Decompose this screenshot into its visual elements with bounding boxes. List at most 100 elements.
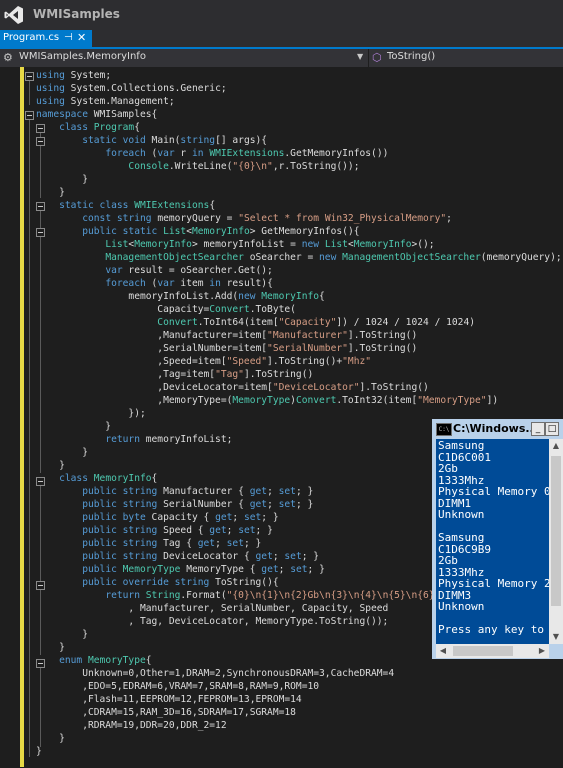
code-token: oSearcher =	[243, 252, 320, 263]
code-token: }	[36, 629, 88, 640]
code-token: ;	[278, 564, 291, 575]
code-token: "Manufacturer"	[267, 330, 348, 341]
code-line: , Tag, DeviceLocator, MemoryType.ToStrin…	[36, 615, 388, 628]
code-token: ;	[226, 525, 239, 536]
code-token: ,r.ToString());	[272, 161, 360, 172]
code-token: set	[238, 525, 256, 536]
code-token: memoryInfoList.Add(	[36, 291, 239, 302]
console-horizontal-scrollbar[interactable]: ◀ ▶	[436, 644, 549, 658]
code-token: static	[122, 226, 158, 237]
code-line: }	[36, 628, 88, 641]
code-token: ;	[232, 512, 244, 523]
code-token: Program	[93, 122, 135, 133]
code-token: string	[180, 135, 216, 146]
code-token: ,EDO=5,EDRAM=6,VRAM=7,SRAM=8,RAM=9,ROM=1…	[36, 681, 320, 692]
code-token: .ToInt64(item[	[197, 317, 279, 328]
code-line: }	[36, 732, 65, 745]
code-line: const string memoryQuery = "Select * fro…	[36, 212, 452, 225]
code-token: ;	[215, 538, 227, 549]
code-token: System;	[64, 70, 112, 81]
code-token: "DeviceLocator"	[272, 382, 360, 393]
code-token: string	[122, 486, 158, 497]
scroll-thumb[interactable]	[551, 456, 561, 606]
code-token: "Tag"	[215, 369, 244, 380]
type-dropdown-label: WMISamples.MemoryInfo	[19, 51, 146, 62]
code-token: List	[105, 239, 129, 250]
code-token: var	[157, 278, 175, 289]
code-token: byte	[122, 512, 146, 523]
code-line: static class WMIExtensions{	[36, 199, 215, 212]
code-token: string	[122, 538, 158, 549]
close-icon[interactable]: ✕	[77, 31, 86, 44]
code-token: set	[278, 499, 296, 510]
code-token: ; }	[307, 564, 325, 575]
code-token: using	[36, 83, 65, 94]
console-line: Unknown	[438, 508, 485, 521]
code-token: ,CDRAM=15,RAM_3D=16,SDRAM=17,SGRAM=18	[36, 707, 296, 718]
code-token: get	[261, 564, 279, 575]
member-dropdown-label: ToString()	[387, 51, 436, 62]
code-token: ; }	[301, 551, 320, 562]
code-token: ,MemoryType=(	[36, 395, 233, 406]
code-token: memoryInfoList;	[139, 434, 233, 445]
console-window[interactable]: C:\ C:\Windows... _ □ Samsung C1D6C001 2Gb…	[432, 419, 563, 659]
code-token: using	[36, 70, 65, 81]
code-line: ,Flash=11,EEPROM=12,FEPROM=13,EPROM=14	[36, 693, 302, 706]
code-token: ].ToString()	[347, 343, 418, 354]
code-token: {	[209, 200, 216, 211]
code-token: Capacity=	[36, 304, 210, 315]
code-token: Convert	[295, 395, 337, 406]
scroll-thumb[interactable]	[453, 646, 513, 656]
code-token: string	[174, 577, 210, 588]
code-token: ,SerialNumber=item[	[36, 343, 268, 354]
code-token: ; }	[295, 486, 314, 497]
collapse-toggle[interactable]	[25, 72, 34, 81]
method-icon: ⬡	[372, 51, 382, 64]
console-title: C:\Windows...	[453, 422, 538, 435]
collapse-toggle[interactable]	[25, 111, 34, 120]
code-token: }	[36, 460, 65, 471]
code-token: Unknown=0,Other=1,DRAM=2,SynchronousDRAM…	[36, 668, 395, 679]
code-token: public	[82, 525, 117, 536]
minimize-button[interactable]: _	[531, 422, 545, 436]
code-line: memoryInfoList.Add(new MemoryInfo{	[36, 290, 324, 303]
code-token: public	[82, 499, 117, 510]
console-vertical-scrollbar[interactable]: ▲ ▼	[549, 439, 563, 644]
outline-guide	[29, 120, 30, 757]
scroll-left-icon[interactable]: ◀	[436, 644, 450, 658]
code-token: override	[122, 577, 169, 588]
code-token: result){	[220, 278, 273, 289]
pin-icon[interactable]: ⊣	[64, 32, 73, 43]
code-token: public	[82, 512, 117, 523]
member-dropdown[interactable]: ⬡ ToString()	[369, 49, 563, 67]
code-token: ;	[446, 213, 452, 224]
navigation-bar: ⚙ WMISamples.MemoryInfo ▼ ⬡ ToString()	[0, 49, 563, 67]
code-line: using System.Collections.Generic;	[36, 82, 227, 95]
code-token: var	[157, 148, 175, 159]
maximize-button[interactable]: □	[545, 422, 559, 436]
scroll-right-icon[interactable]: ▶	[535, 644, 549, 658]
type-dropdown[interactable]: ⚙ WMISamples.MemoryInfo ▼	[0, 49, 368, 67]
code-token: String	[145, 590, 181, 601]
code-line: ,Manufacturer=item["Manufacturer"].ToStr…	[36, 329, 417, 342]
code-token: static	[59, 200, 94, 211]
tab-program-cs[interactable]: Program.cs ⊣ ✕	[0, 30, 92, 47]
scroll-up-icon[interactable]: ▲	[549, 439, 563, 453]
scroll-down-icon[interactable]: ▼	[549, 630, 563, 644]
console-title-bar[interactable]: C:\ C:\Windows... _ □	[432, 419, 563, 439]
code-token: MemoryInfo	[134, 239, 192, 250]
code-token: "Mhz"	[342, 356, 372, 367]
